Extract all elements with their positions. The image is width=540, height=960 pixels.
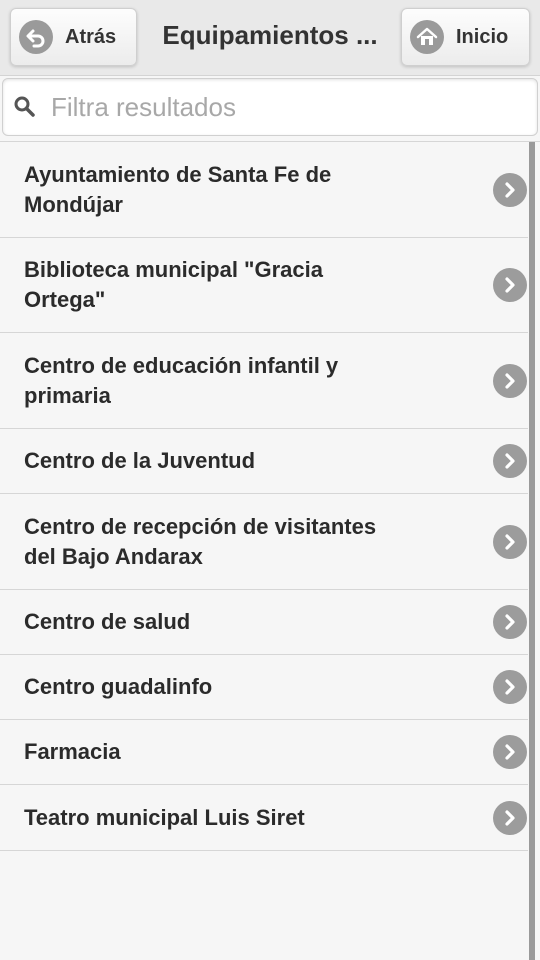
list-item-label: Centro de la Juventud xyxy=(24,448,256,473)
list-item[interactable]: Centro de recepción de visitantes del Ba… xyxy=(0,494,528,590)
back-arrow-icon xyxy=(19,20,53,54)
chevron-right-icon xyxy=(493,363,527,398)
list-item-label: Centro de recepción de visitantes del Ba… xyxy=(24,513,377,569)
list-item[interactable]: Teatro municipal Luis Siret xyxy=(0,785,528,851)
chevron-right-icon xyxy=(493,524,527,559)
home-icon xyxy=(410,20,444,54)
search-bar xyxy=(2,78,538,136)
chevron-right-icon xyxy=(493,605,527,639)
list-item-label: Centro de salud xyxy=(24,609,191,634)
page-title: Equipamientos ... xyxy=(162,20,378,50)
list-item-label: Farmacia xyxy=(24,739,121,764)
chevron-right-icon xyxy=(493,444,527,478)
list-item[interactable]: Ayuntamiento de Santa Fe de Mondújar xyxy=(0,142,528,238)
list-item[interactable]: Centro de la Juventud xyxy=(0,429,528,494)
chevron-right-icon xyxy=(493,735,527,769)
home-button-label: Inicio xyxy=(456,25,509,48)
header-bar: Atrás Equipamientos ... Inicio xyxy=(0,0,540,76)
back-button[interactable]: Atrás xyxy=(10,8,137,66)
list-item[interactable]: Biblioteca municipal "Gracia Ortega" xyxy=(0,238,528,333)
list-item[interactable]: Centro de educación infantil y primaria xyxy=(0,333,528,429)
chevron-right-icon xyxy=(493,800,527,835)
list-item[interactable]: Centro de salud xyxy=(0,590,528,655)
list-item-label: Ayuntamiento de Santa Fe de Mondújar xyxy=(24,161,332,217)
scrollbar[interactable] xyxy=(529,142,535,960)
back-button-label: Atrás xyxy=(65,25,117,48)
search-icon xyxy=(13,95,37,119)
list-item-label: Biblioteca municipal "Gracia Ortega" xyxy=(24,257,323,312)
chevron-right-icon xyxy=(493,172,527,207)
list-item[interactable]: Centro guadalinfo xyxy=(0,655,528,720)
list-item[interactable]: Farmacia xyxy=(0,720,528,785)
list-item-label: Centro guadalinfo xyxy=(24,674,213,699)
chevron-right-icon xyxy=(493,670,527,704)
results-list: Ayuntamiento de Santa Fe de Mondújar Bib… xyxy=(0,141,540,851)
search-input[interactable] xyxy=(51,87,521,127)
chevron-right-icon xyxy=(493,268,527,302)
home-button[interactable]: Inicio xyxy=(401,8,530,66)
list-item-label: Centro de educación infantil y primaria xyxy=(24,352,339,408)
list-item-label: Teatro municipal Luis Siret xyxy=(24,804,305,830)
